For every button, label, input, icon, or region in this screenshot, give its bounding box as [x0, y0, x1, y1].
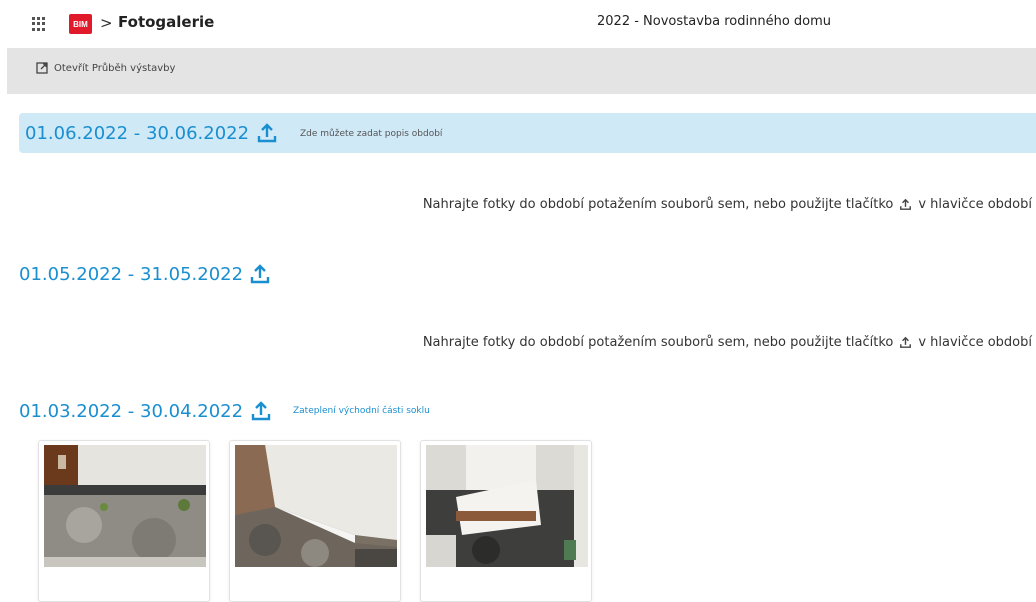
page-title: Fotogalerie — [118, 13, 215, 31]
photo-thumbnail — [235, 445, 397, 567]
photo-thumbnail — [426, 445, 588, 567]
photo-card[interactable] — [229, 440, 401, 602]
upload-icon[interactable] — [250, 400, 272, 422]
upload-icon-inline — [900, 198, 912, 210]
period-description[interactable]: Zateplení východní části soklu — [293, 406, 430, 416]
upload-icon[interactable] — [249, 263, 271, 285]
photo-card[interactable] — [38, 440, 210, 602]
dropzone-text: Nahrajte fotky do období potažením soubo… — [422, 335, 894, 350]
apps-grid-icon[interactable] — [32, 17, 46, 31]
upload-icon-inline — [900, 336, 912, 348]
dropzone-text-after: v hlavičce období — [918, 197, 1032, 212]
photo-thumbnail — [44, 445, 206, 567]
upload-icon[interactable] — [256, 122, 278, 144]
dropzone-text: Nahrajte fotky do období potažením soubo… — [422, 197, 894, 212]
app-header: BIM > Fotogalerie 2022 - Novostavba rodi… — [0, 0, 1036, 48]
period-date: 01.03.2022 - 30.04.2022 — [19, 401, 244, 422]
period-header-june[interactable]: 01.06.2022 - 30.06.2022 Zde můžete zadat… — [19, 113, 1036, 153]
dropzone-may[interactable]: Nahrajte fotky do období potažením soubo… — [423, 335, 1032, 350]
bim-logo[interactable]: BIM — [69, 14, 92, 34]
toolbar: Otevřít Průběh výstavby — [7, 48, 1036, 94]
period-header-march-april[interactable]: 01.03.2022 - 30.04.2022 Zateplení východ… — [19, 391, 1036, 431]
dropzone-june[interactable]: Nahrajte fotky do období potažením soubo… — [423, 197, 1032, 212]
project-title: 2022 - Novostavba rodinného domu — [597, 14, 832, 29]
period-date: 01.06.2022 - 30.06.2022 — [25, 123, 250, 144]
period-description-input[interactable]: Zde můžete zadat popis období — [300, 129, 442, 139]
open-construction-progress-label: Otevřít Průběh výstavby — [54, 62, 176, 74]
photo-card[interactable] — [420, 440, 592, 602]
breadcrumb-separator: > — [100, 14, 113, 32]
open-external-icon — [36, 62, 48, 74]
period-date: 01.05.2022 - 31.05.2022 — [19, 264, 244, 285]
period-header-may[interactable]: 01.05.2022 - 31.05.2022 — [19, 254, 1036, 294]
dropzone-text-after: v hlavičce období — [918, 335, 1032, 350]
open-construction-progress-button[interactable]: Otevřít Průběh výstavby — [36, 62, 175, 74]
